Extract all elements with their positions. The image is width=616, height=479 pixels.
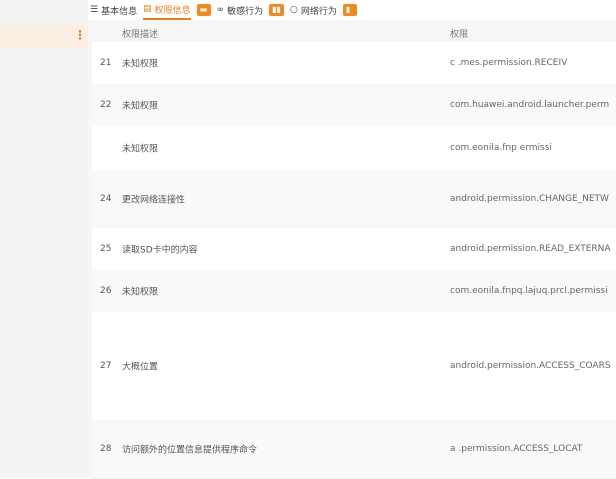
cell-num: 21 [100,58,112,68]
table-row[interactable]: 27 大概位置 android.permission.ACCESS_COARS [92,312,616,421]
cell-desc: 未知权限 [122,101,159,112]
cell-num: 28 [100,444,112,454]
cell-perm: android.permission.ACCESS_COARS [450,361,611,371]
tab-sensitive-behavior[interactable]: ∞ 敏感行为 [217,0,264,20]
cell-num: 27 [100,361,112,371]
tab-bar: ☰ 基本信息 ▤ 权限信息 ▬ ∞ 敏感行为 ▮▮ ○ 网络行为 ▮ [88,0,616,20]
table-row[interactable]: 24 更改网络连接性 android.permission.CHANGE_NETW [92,170,616,229]
cell-desc: 未知权限 [122,144,159,155]
cell-perm: android.permission.CHANGE_NETW [450,194,609,204]
cell-num: 22 [100,100,112,110]
table-row[interactable]: 未知权限 com.eonila.fnp ermissi [92,126,616,171]
cell-desc: 更改网络连接性 [122,195,186,206]
more-icon[interactable]: ⋮ [74,28,86,42]
sidebar: ⋮ [0,0,88,478]
cell-perm: com.huawei.android.launcher.perm [450,100,610,110]
sensitive-badge-icon: ▮▮ [269,4,284,16]
cell-desc: 访问额外的位置信息提供程序命令 [122,445,258,456]
table-row[interactable]: 22 未知权限 com.huawei.android.launcher.perm [92,84,616,127]
column-permission: 权限 [450,30,469,40]
cell-num: 25 [100,244,112,254]
table-row[interactable]: 25 读取SD卡中的内容 android.permission.READ_EXTER… [92,228,616,271]
glasses-icon: ∞ [216,5,225,15]
cell-num: 26 [100,286,112,296]
doc-icon: ▤ [143,4,152,14]
cell-desc: 大概位置 [122,362,159,373]
column-desc: 权限描述 [122,30,159,40]
table-row[interactable]: 26 未知权限 com.eonila.fnpq.lajuq.prcl.permiss… [92,270,616,313]
cell-perm: com.eonila.fnp ermissi [450,143,552,153]
search-icon: ○ [289,5,298,15]
cell-perm: android.permission.READ_EXTERNA [450,244,611,254]
table-row[interactable]: 21 未知权限 c .mes.permission.RECEIV [92,42,616,85]
tab-permissions[interactable]: ▤ 权限信息 [143,0,191,20]
cell-desc: 读取SD卡中的内容 [122,245,198,256]
list-icon: ☰ [90,5,99,15]
tab-basic-info[interactable]: ☰ 基本信息 [90,0,137,20]
cell-perm: com.eonila.fnpq.lajuq.prcl.permissi [450,286,608,296]
permissions-table: 权限描述 权限 21 未知权限 c .mes.permission.RECEIV 22… [88,20,616,479]
cell-perm: c .mes.permission.RECEIV [450,58,568,68]
table-row[interactable]: 28 访问额外的位置信息提供程序命令 a .permission.ACCESS_LO… [92,420,616,479]
table-header: 权限描述 权限 [88,22,616,42]
network-badge-icon: ▮ [342,4,357,16]
tab-network-behavior[interactable]: ○ 网络行为 [290,0,337,20]
cell-desc: 未知权限 [122,59,159,70]
cell-perm: a .permission.ACCESS_LOCAT [450,444,583,454]
cell-desc: 未知权限 [122,287,159,298]
permissions-badge-icon: ▬ [196,4,211,16]
cell-num: 24 [100,194,112,204]
